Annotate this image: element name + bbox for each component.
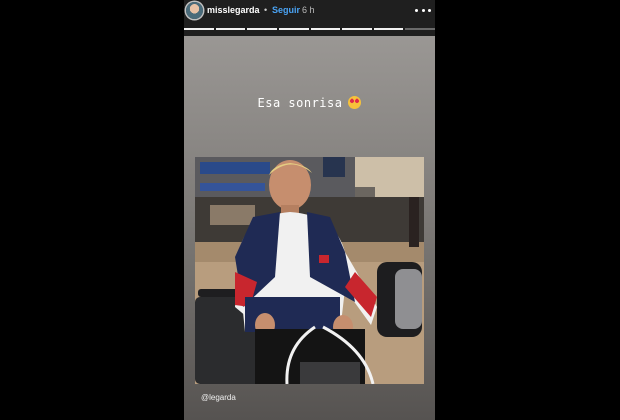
progress-segment	[184, 28, 214, 30]
progress-segment	[215, 28, 246, 30]
progress-segment	[342, 28, 372, 30]
caption-text: Esa sonrisa	[257, 96, 343, 110]
more-dot	[421, 8, 425, 12]
story-progress-bar	[184, 28, 435, 30]
story-caption: Esa sonrisa	[184, 96, 435, 110]
follow-button[interactable]: Seguir	[272, 5, 300, 15]
avatar[interactable]	[186, 2, 203, 19]
progress-segment	[310, 28, 341, 30]
story-viewer[interactable]: misslegarda • Seguir 6 h Esa sonrisa @le…	[184, 0, 435, 420]
story-header: misslegarda • Seguir 6 h	[184, 0, 435, 22]
timestamp: 6 h	[302, 5, 315, 15]
more-dots-icon[interactable]	[415, 4, 431, 16]
more-dot	[428, 8, 431, 12]
progress-segment	[247, 28, 277, 30]
photo-illustration	[195, 157, 424, 384]
progress-segment	[278, 28, 309, 30]
progress-segment	[405, 28, 435, 30]
heart-eyes-emoji-icon	[348, 96, 362, 109]
progress-segment	[373, 28, 404, 30]
mention-tag[interactable]: @legarda	[201, 393, 236, 402]
more-dot	[415, 8, 418, 12]
username[interactable]: misslegarda	[207, 5, 260, 15]
separator-dot: •	[264, 5, 268, 15]
story-photo	[195, 157, 424, 384]
